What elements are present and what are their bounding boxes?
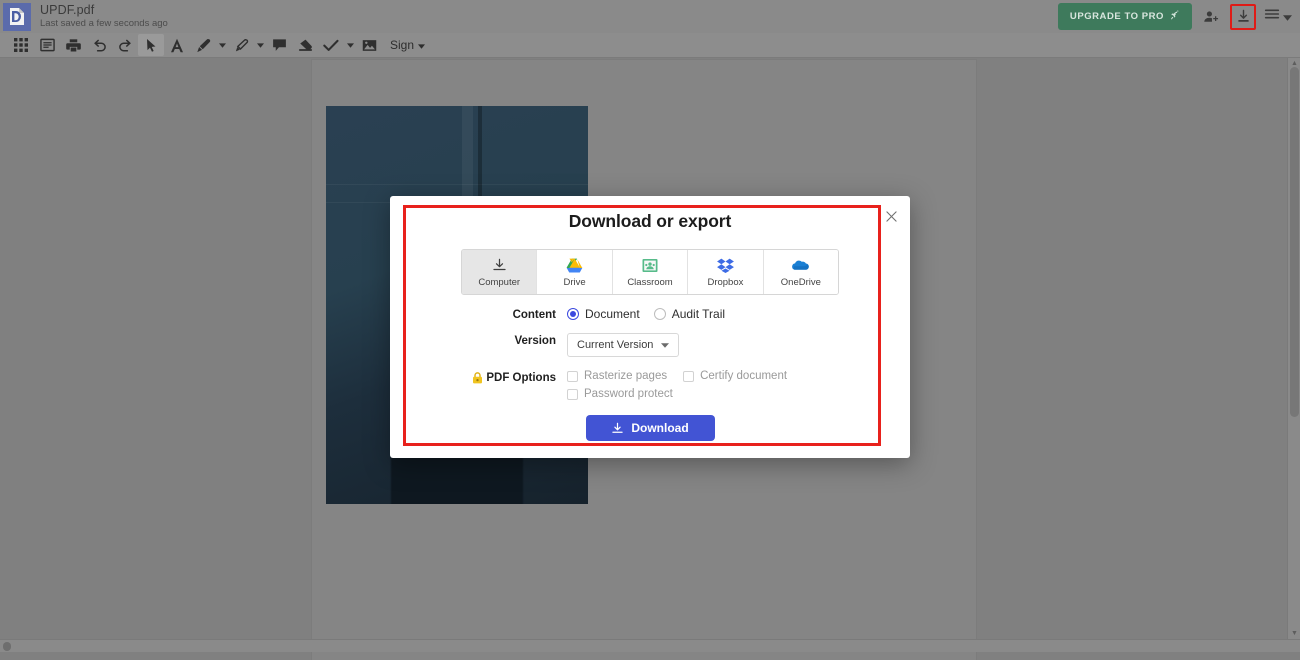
document-title[interactable]: UPDF.pdf: [40, 3, 168, 17]
destination-tab-computer[interactable]: Computer: [462, 250, 538, 294]
dochub-logo-icon[interactable]: [3, 2, 31, 31]
radio-option-document[interactable]: Document: [567, 307, 640, 321]
upgrade-label: UPGRADE TO PRO: [1069, 11, 1164, 22]
radio-indicator[interactable]: [653, 308, 666, 320]
toolbar-item-page-thumbnails[interactable]: [8, 34, 34, 56]
checkbox-indicator[interactable]: [567, 370, 578, 382]
destination-tab-drive[interactable]: Drive: [537, 250, 613, 294]
pdf-options-row: PDF Options Rasterize pages Certify docu…: [390, 370, 910, 400]
dropbox-icon: [716, 257, 734, 274]
download-submit-button[interactable]: Download: [585, 415, 715, 441]
toolbar-item-redo[interactable]: [112, 34, 138, 56]
editor-toolbar: Sign: [0, 33, 1300, 58]
download-or-export-dialog: Download or export Computer Drive Classr…: [390, 196, 910, 458]
radio-label: Document: [585, 307, 640, 321]
sign-label: Sign: [390, 38, 415, 52]
vertical-scrollbar[interactable]: ▲ ▼: [1287, 58, 1300, 652]
version-select-value: Current Version: [577, 339, 654, 351]
pdf-options-label-wrap: PDF Options: [463, 370, 567, 384]
add-person-icon[interactable]: [1200, 6, 1222, 28]
highlight-chevron-down-icon[interactable]: [254, 34, 266, 56]
pdf-options-label: PDF Options: [486, 372, 556, 384]
content-row: Content Document Audit Trail: [390, 307, 910, 321]
checkbox-indicator[interactable]: [683, 370, 695, 382]
checkbox-label: Certify document: [700, 370, 788, 382]
chevron-down-icon: [1283, 8, 1292, 26]
pdf-options-line-1: Rasterize pages Certify document: [567, 370, 910, 382]
toolbar-item-whiteout-eraser[interactable]: [292, 34, 318, 56]
destination-label: Dropbox: [707, 276, 744, 288]
version-row: Version Current Version: [390, 333, 910, 357]
horizontal-scrollbar-thumb[interactable]: [3, 642, 11, 651]
vertical-scrollbar-thumb[interactable]: [1290, 67, 1299, 417]
version-select[interactable]: Current Version: [567, 333, 680, 357]
app-header: UPDF.pdf Last saved a few seconds ago UP…: [0, 0, 1300, 33]
download-icon: [611, 422, 624, 435]
checkbox-rasterize-pages[interactable]: Rasterize pages: [567, 370, 667, 382]
download-submit-label: Download: [631, 421, 689, 435]
hamburger-menu-icon: [1264, 7, 1280, 26]
destination-label: OneDrive: [780, 276, 821, 288]
toolbar-item-comment[interactable]: [266, 34, 292, 56]
download-to-computer-icon: [492, 257, 507, 274]
dialog-footer: Download: [390, 415, 910, 441]
checkbox-certify-document[interactable]: Certify document: [683, 370, 787, 382]
content-radio-group: Document Audit Trail: [567, 307, 910, 321]
download-icon[interactable]: [1234, 8, 1252, 26]
toolbar-item-draw[interactable]: [190, 34, 216, 56]
save-status: Last saved a few seconds ago: [40, 18, 168, 30]
destination-label: Classroom: [627, 276, 673, 288]
toolbar-item-highlight[interactable]: [228, 34, 254, 56]
toolbar-item-text[interactable]: [164, 34, 190, 56]
dialog-title: Download or export: [568, 211, 732, 231]
scroll-down-arrow-icon[interactable]: ▼: [1288, 628, 1300, 638]
header-actions: UPGRADE TO PRO: [1057, 3, 1300, 30]
radio-indicator-selected[interactable]: [567, 308, 579, 320]
toolbar-item-select-cursor[interactable]: [138, 34, 164, 56]
document-meta: UPDF.pdf Last saved a few seconds ago: [40, 3, 168, 30]
destination-label: Computer: [478, 276, 521, 288]
upgrade-to-pro-button[interactable]: UPGRADE TO PRO: [1057, 3, 1192, 30]
checkbox-indicator[interactable]: [567, 388, 578, 400]
chevron-down-icon: [661, 339, 670, 351]
pdf-options-line-2: Password protect: [567, 388, 910, 400]
onedrive-cloud-icon: [791, 257, 810, 274]
content-label: Content: [512, 309, 556, 321]
radio-option-audit-trail[interactable]: Audit Trail: [653, 307, 726, 321]
toolbar-item-page-list[interactable]: [34, 34, 60, 56]
dialog-highlight-box: [403, 205, 881, 446]
toolbar-item-checkmark[interactable]: [318, 34, 344, 56]
horizontal-scrollbar[interactable]: [0, 639, 1300, 652]
rocket-icon: [1170, 10, 1180, 23]
draw-chevron-down-icon[interactable]: [216, 34, 228, 56]
google-classroom-icon: [642, 257, 658, 274]
checkbox-label: Rasterize pages: [584, 370, 668, 382]
destination-tab-classroom[interactable]: Classroom: [612, 250, 689, 294]
download-button-highlight: [1230, 3, 1256, 30]
destination-tabs: Computer Drive Classroom Dropbox OneDriv…: [461, 249, 839, 295]
toolbar-item-image[interactable]: [356, 34, 382, 56]
toolbar-item-print[interactable]: [60, 34, 86, 56]
checkbox-label: Password protect: [584, 388, 673, 400]
close-x-icon[interactable]: [882, 207, 900, 225]
destination-label: Drive: [563, 276, 586, 288]
checkmark-chevron-down-icon[interactable]: [344, 34, 356, 56]
google-drive-icon: [566, 257, 583, 274]
toolbar-item-undo[interactable]: [86, 34, 112, 56]
destination-tab-dropbox[interactable]: Dropbox: [688, 250, 764, 294]
version-label: Version: [514, 335, 556, 347]
destination-tab-onedrive[interactable]: OneDrive: [763, 250, 838, 294]
checkbox-password-protect[interactable]: Password protect: [567, 388, 673, 400]
radio-label: Audit Trail: [671, 307, 726, 321]
sign-chevron-down-icon: [418, 38, 426, 52]
gold-lock-icon: [472, 372, 483, 384]
main-menu-button[interactable]: [1264, 7, 1292, 26]
sign-menu-button[interactable]: Sign: [390, 38, 426, 52]
